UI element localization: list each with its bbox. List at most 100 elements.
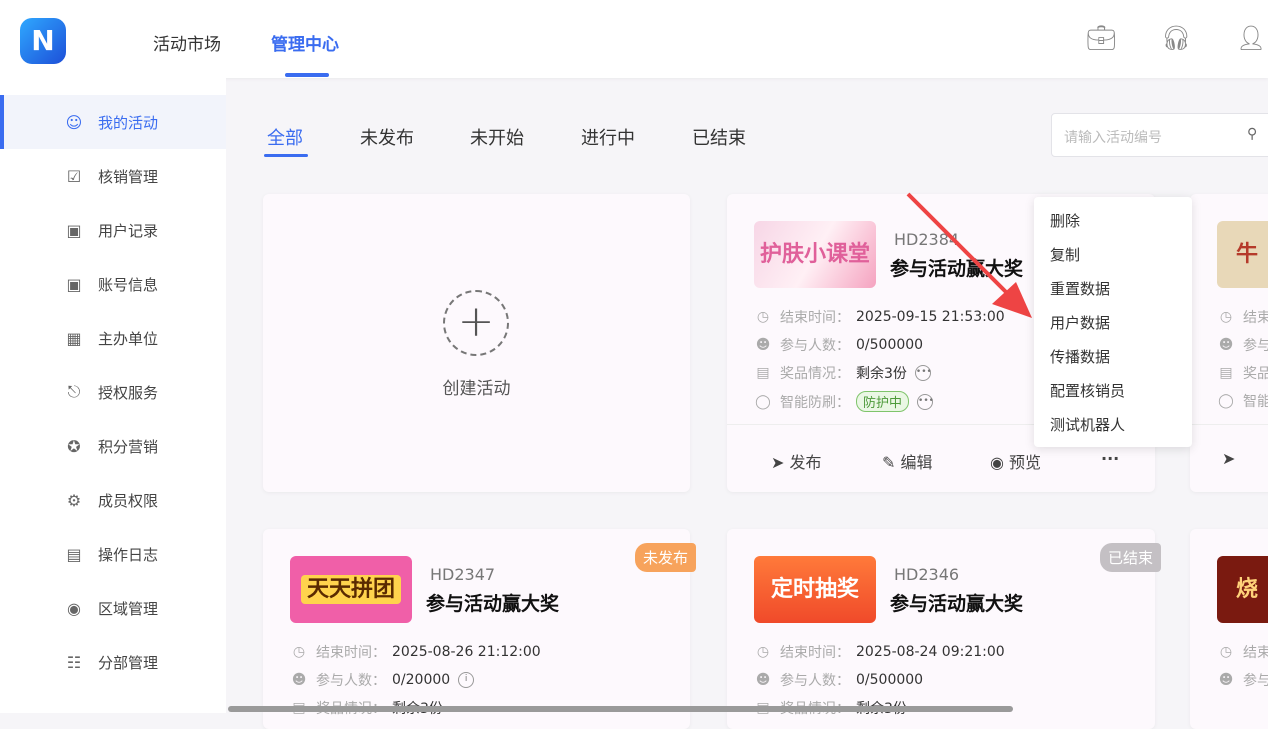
- sidebar-item-user-records[interactable]: ▣ 用户记录: [0, 203, 226, 257]
- clock-icon: ◷: [1219, 309, 1233, 325]
- plus-icon: +: [443, 290, 509, 356]
- end-time-label: 结束: [1243, 645, 1268, 661]
- horizontal-scrollbar[interactable]: [228, 706, 1013, 712]
- more-button[interactable]: ···: [1101, 449, 1119, 468]
- tab-ended[interactable]: 已结束: [692, 124, 746, 150]
- users-icon: ☻: [291, 672, 307, 688]
- end-time-label: 结束时间：: [780, 310, 850, 326]
- status-badge: 已结束: [1099, 543, 1161, 572]
- user-card-icon: ▣: [66, 220, 82, 240]
- clipboard-check-icon: ☑: [66, 166, 82, 186]
- sidebar-item-organizer[interactable]: ▦ 主办单位: [0, 311, 226, 365]
- sidebar-item-branch[interactable]: ☷ 分部管理: [0, 635, 226, 689]
- tab-active-indicator: [264, 154, 308, 157]
- star-badge-icon: ✪: [67, 436, 81, 456]
- activity-card-partial[interactable]: 牛 ◷ 结束 ☻ 参与 ▤ 奖品 ◯ 智能 ➤: [1190, 194, 1268, 492]
- tab-all[interactable]: 全部: [267, 124, 303, 150]
- clock-icon: ◷: [756, 644, 770, 660]
- search-input[interactable]: 请输入活动编号 ⚲: [1051, 113, 1268, 157]
- prizes-value: 剩余3份: [856, 366, 907, 382]
- menu-item-test-robot[interactable]: 测试机器人: [1034, 413, 1192, 447]
- nav-activity-market[interactable]: 活动市场: [153, 30, 221, 55]
- menu-item-configure-verifier[interactable]: 配置核销员: [1034, 379, 1192, 413]
- building-icon: ▦: [66, 328, 82, 348]
- shield-icon: ◯: [755, 393, 771, 410]
- sidebar-item-label: 积分营销: [98, 437, 159, 456]
- headset-icon[interactable]: 🎧︎: [1161, 24, 1191, 52]
- create-activity-card[interactable]: + 创建活动: [263, 194, 690, 492]
- activity-thumbnail: 天天拼团: [290, 556, 412, 623]
- participants-label: 参与人数：: [316, 673, 386, 689]
- sidebar-item-label: 操作日志: [98, 545, 159, 564]
- menu-item-copy[interactable]: 复制: [1034, 243, 1192, 277]
- more-circle-icon[interactable]: •••: [917, 393, 934, 410]
- activity-thumbnail: 牛: [1217, 221, 1268, 288]
- preview-label: 预览: [1009, 453, 1042, 472]
- thumbnail-text: 天天拼团: [300, 575, 401, 604]
- menu-item-delete[interactable]: 删除: [1034, 209, 1192, 243]
- info-icon[interactable]: i: [458, 672, 475, 688]
- sidebar-item-account-info[interactable]: ▣ 账号信息: [0, 257, 226, 311]
- nav-active-indicator: [285, 73, 329, 77]
- participants-value: 0/500000: [856, 337, 924, 353]
- activity-code: HD2347: [430, 565, 496, 584]
- nav-management-center[interactable]: 管理中心: [271, 30, 339, 55]
- sidebar-item-member-permissions[interactable]: ⚙ 成员权限: [0, 473, 226, 527]
- participants-label: 参与: [1243, 673, 1268, 689]
- sidebar-item-region[interactable]: ◉ 区域管理: [0, 581, 226, 635]
- red-arrow-annotation: [906, 192, 1032, 318]
- sidebar-item-operation-log[interactable]: ▤ 操作日志: [0, 527, 226, 581]
- publish-button[interactable]: ➤ 发布: [771, 449, 822, 473]
- participants-label: 参与人数：: [780, 338, 850, 354]
- search-placeholder: 请输入活动编号: [1064, 130, 1162, 146]
- clock-icon: ◷: [292, 644, 306, 660]
- more-circle-icon[interactable]: •••: [914, 365, 932, 381]
- activity-card[interactable]: 天天拼团 HD2347 参与活动赢大奖 未发布 ◷ 结束时间： 2025-08-26…: [263, 529, 696, 729]
- sidebar-item-points-marketing[interactable]: ✪ 积分营销: [0, 419, 226, 473]
- prizes-label: 奖品情况：: [780, 366, 850, 382]
- end-time-value: 2025-08-24 09:21:00: [856, 644, 1005, 660]
- user-icon[interactable]: 👤︎: [1236, 24, 1266, 52]
- prizes-label: 奖品: [1243, 366, 1268, 382]
- tab-not-started[interactable]: 未开始: [470, 124, 524, 150]
- sidebar-item-label: 区域管理: [98, 599, 159, 618]
- more-actions-dropdown: 删除 复制 重置数据 用户数据 传播数据 配置核销员 测试机器人: [1034, 197, 1192, 447]
- users-icon: ☻: [755, 337, 771, 353]
- search-icon[interactable]: ⚲: [1247, 126, 1257, 142]
- menu-item-reset-data[interactable]: 重置数据: [1034, 277, 1192, 311]
- top-header: N 活动市场 管理中心 💼︎ 🎧︎ 👤︎: [0, 0, 1268, 78]
- participants-value: 0/500000: [856, 672, 924, 688]
- activity-code: HD2346: [894, 565, 960, 584]
- publish-button[interactable]: ➤: [1222, 449, 1235, 468]
- sidebar-item-verification[interactable]: ☑ 核销管理: [0, 149, 226, 203]
- edit-button[interactable]: ✎ 编辑: [882, 449, 933, 473]
- sidebar-item-label: 用户记录: [98, 221, 159, 240]
- end-time-value: 2025-08-26 21:12:00: [392, 644, 541, 660]
- sidebar-item-authorization[interactable]: ⎋ 授权服务: [0, 365, 226, 419]
- gift-icon: ▤: [1219, 365, 1233, 381]
- menu-item-user-data[interactable]: 用户数据: [1034, 311, 1192, 345]
- sidebar-item-label: 账号信息: [98, 275, 159, 294]
- users-icon: ☻: [1218, 672, 1234, 688]
- activity-card-partial[interactable]: 烧 ◷ 结束 ☻ 参与: [1190, 529, 1268, 729]
- publish-label: 发布: [789, 453, 822, 472]
- activity-title: 参与活动赢大奖: [426, 593, 560, 615]
- gift-icon: ▤: [756, 365, 770, 381]
- tab-in-progress[interactable]: 进行中: [581, 124, 635, 150]
- antibrush-status-badge: 防护中: [856, 391, 910, 412]
- sidebar-item-label: 我的活动: [98, 113, 159, 132]
- participants-label: 参与人数：: [780, 673, 850, 689]
- stamp-icon: ⎋: [67, 382, 81, 401]
- menu-item-share-data[interactable]: 传播数据: [1034, 345, 1192, 379]
- app-logo[interactable]: N: [20, 18, 66, 64]
- sidebar-item-my-activities[interactable]: ☺ 我的活动: [0, 95, 226, 149]
- activity-thumbnail: 烧: [1217, 556, 1268, 623]
- activity-card[interactable]: 定时抽奖 HD2346 参与活动赢大奖 已结束 ◷ 结束时间： 2025-08-24…: [727, 529, 1161, 729]
- tab-unpublished[interactable]: 未发布: [360, 124, 414, 150]
- activity-thumbnail: 护肤小课堂: [754, 221, 876, 288]
- briefcase-icon[interactable]: 💼︎: [1086, 24, 1116, 52]
- sidebar-item-label: 分部管理: [98, 653, 159, 672]
- activity-thumbnail: 定时抽奖: [754, 556, 876, 623]
- preview-button[interactable]: ◉ 预览: [990, 449, 1041, 473]
- participants-value: 0/20000: [392, 672, 451, 688]
